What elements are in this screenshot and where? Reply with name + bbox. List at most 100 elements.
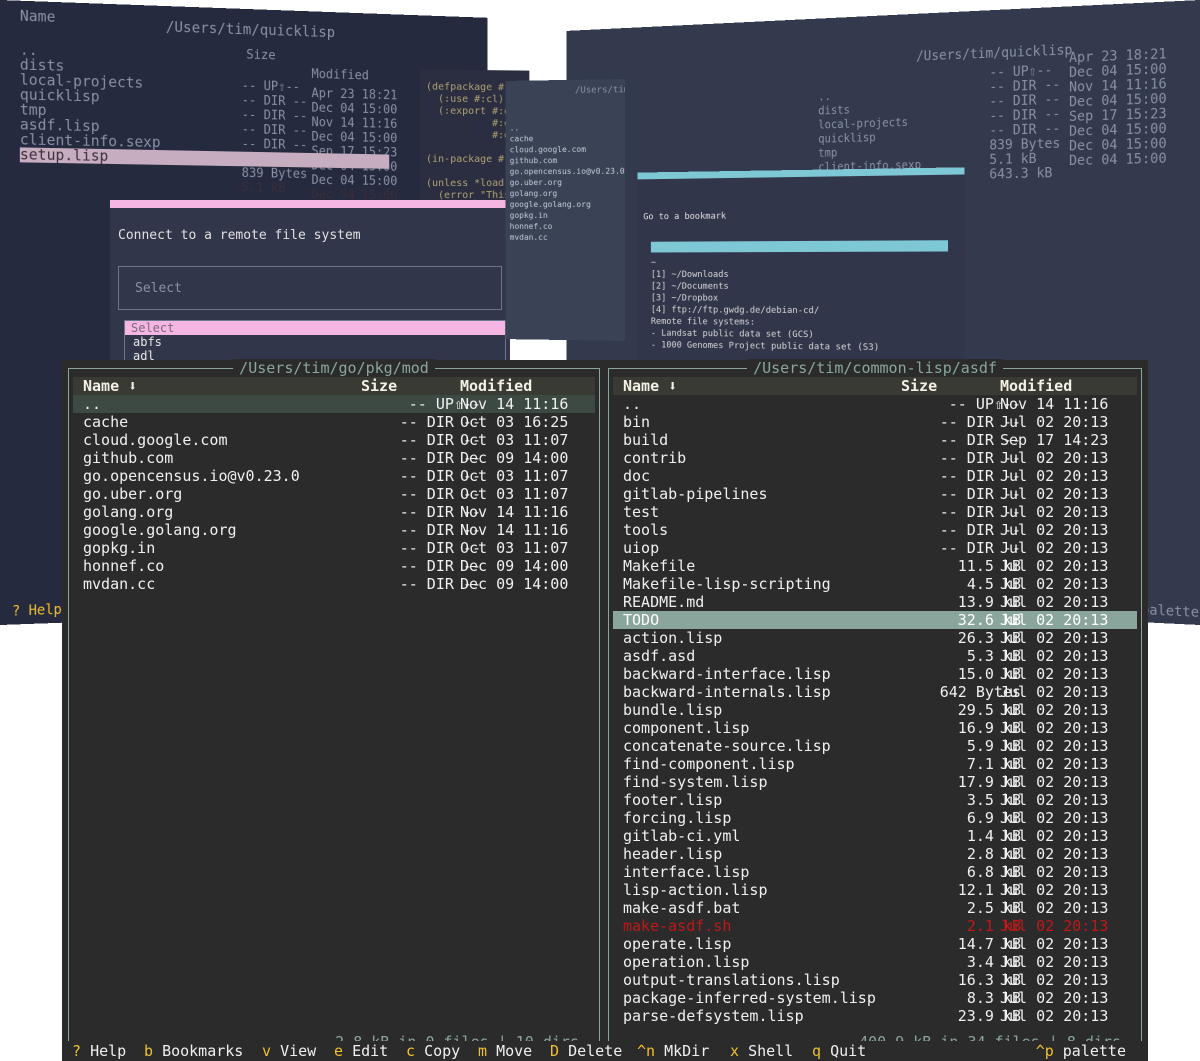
file-row[interactable]: component.lisp 16.9 kB Jul 02 20:13 — [613, 719, 1137, 737]
file-row[interactable]: find-component.lisp 7.1 kB Jul 02 20:13 — [613, 755, 1137, 773]
shortcut-delete[interactable]: D Delete — [550, 1041, 634, 1061]
file-modified: Jul 02 20:13 — [1000, 935, 1108, 953]
file-row[interactable]: interface.lisp 6.8 kB Jul 02 20:13 — [613, 863, 1137, 881]
shortcut-copy[interactable]: c Copy — [406, 1041, 472, 1061]
file-row[interactable]: make-asdf.bat 2.5 kB Jul 02 20:13 — [613, 899, 1137, 917]
file-row[interactable]: Makefile-lisp-scripting 4.5 kB Jul 02 20:1… — [613, 575, 1137, 593]
file-size: -- DIR -- — [73, 485, 481, 503]
file-row[interactable]: go.uber.org -- DIR -- Oct 03 11:07 — [73, 485, 595, 503]
file-row[interactable]: gitlab-pipelines -- DIR -- Jul 02 20:13 — [613, 485, 1137, 503]
right-panel[interactable]: /Users/tim/common-lisp/asdf Name ⬇ Size … — [608, 368, 1142, 1042]
file-row[interactable]: go.opencensus.io@v0.23.0 -- DIR -- Oct 03 … — [73, 467, 595, 485]
file-row[interactable]: mvdan.cc -- DIR -- Dec 09 14:00 — [73, 575, 595, 593]
shortcut-bookmarks[interactable]: b Bookmarks — [144, 1041, 255, 1061]
file-row[interactable]: honnef.co -- DIR -- Dec 09 14:00 — [73, 557, 595, 575]
file-row[interactable]: gopkg.in -- DIR -- Oct 03 11:07 — [73, 539, 595, 557]
file-row[interactable]: google.golang.org -- DIR -- Nov 14 11:16 — [73, 521, 595, 539]
bg-file-size: 5.1 kB — [242, 181, 286, 196]
file-row[interactable]: find-system.lisp 17.9 kB Jul 02 20:13 — [613, 773, 1137, 791]
file-size: 15.0 kB — [613, 665, 1021, 683]
file-row[interactable]: operate.lisp 14.7 kB Jul 02 20:13 — [613, 935, 1137, 953]
file-size: 7.1 kB — [613, 755, 1021, 773]
column-header-modified[interactable]: Modified — [460, 377, 532, 395]
file-row[interactable]: lisp-action.lisp 12.1 kB Jul 02 20:13 — [613, 881, 1137, 899]
file-row[interactable]: bin -- DIR -- Jul 02 20:13 — [613, 413, 1137, 431]
file-row[interactable]: doc -- DIR -- Jul 02 20:13 — [613, 467, 1137, 485]
file-row[interactable]: README.md 13.9 kB Jul 02 20:13 — [613, 593, 1137, 611]
file-size: -- DIR -- — [73, 557, 481, 575]
file-modified: Jul 02 20:13 — [1000, 1007, 1108, 1025]
left-panel[interactable]: /Users/tim/go/pkg/mod Name ⬇ Size Modifi… — [68, 368, 600, 1042]
shortcut-move[interactable]: m Move — [478, 1041, 544, 1061]
file-row[interactable]: backward-internals.lisp 642 Bytes Jul 02 2… — [613, 683, 1137, 701]
shortcut-label: Quit — [830, 1042, 866, 1060]
bg-right-path: /Users/tim/quicklisp — [916, 43, 1072, 64]
bookmark-item: ~ — [651, 257, 879, 269]
file-size: -- DIR -- — [73, 575, 481, 593]
shortcut-help[interactable]: ? Help — [72, 1041, 138, 1061]
shortcut-shell[interactable]: x Shell — [730, 1041, 805, 1061]
parent-dir-row[interactable]: .. -- UP⇧-- Nov 14 11:16 — [73, 395, 595, 413]
file-row[interactable]: github.com -- DIR -- Dec 09 14:00 — [73, 449, 595, 467]
file-row[interactable]: parse-defsystem.lisp 23.9 kB Jul 02 20:13 — [613, 1007, 1137, 1025]
column-header-name[interactable]: Name ⬇ — [83, 377, 137, 395]
shortcut-mkdir[interactable]: ^n MkDir — [637, 1041, 721, 1061]
background-window-middle: /Users/tim/go/pkg/mod .. cache cloud.googl… — [506, 79, 625, 341]
file-modified: Oct 03 11:07 — [460, 431, 568, 449]
file-row[interactable]: make-asdf.sh 2.1 kB Jul 02 20:13 — [613, 917, 1137, 935]
parent-dir-row[interactable]: .. -- UP⇧-- Nov 14 11:16 — [613, 395, 1137, 413]
file-modified: Jul 02 20:13 — [1000, 737, 1108, 755]
bookmark-item: [2] ~/Documents — [651, 281, 879, 293]
file-row[interactable]: golang.org -- DIR -- Nov 14 11:16 — [73, 503, 595, 521]
shortcut-label: Copy — [424, 1042, 460, 1060]
file-modified: Jul 02 20:13 — [1000, 881, 1108, 899]
column-header-name[interactable]: Name ⬇ — [623, 377, 677, 395]
file-row[interactable]: Makefile 11.5 kB Jul 02 20:13 — [613, 557, 1137, 575]
bg-left-path: /Users/tim/quicklisp — [166, 20, 335, 40]
shortcut-edit[interactable]: e Edit — [334, 1041, 400, 1061]
file-row[interactable]: uiop -- DIR -- Jul 02 20:13 — [613, 539, 1137, 557]
file-row[interactable]: cloud.google.com -- DIR -- Oct 03 11:07 — [73, 431, 595, 449]
file-size: 3.5 kB — [613, 791, 1021, 809]
file-modified: Jul 02 20:13 — [1000, 683, 1108, 701]
file-modified: Jul 02 20:13 — [1000, 863, 1108, 881]
column-header-modified[interactable]: Modified — [1000, 377, 1072, 395]
file-size: 3.4 kB — [613, 953, 1021, 971]
file-row[interactable]: cache -- DIR -- Oct 03 16:25 — [73, 413, 595, 431]
file-row[interactable]: gitlab-ci.yml 1.4 kB Jul 02 20:13 — [613, 827, 1137, 845]
bg-middle-row: mvdan.cc — [510, 230, 548, 245]
file-modified: Sep 17 14:23 — [1000, 431, 1108, 449]
file-row[interactable]: forcing.lisp 6.9 kB Jul 02 20:13 — [613, 809, 1137, 827]
file-size: 2.1 kB — [613, 917, 1021, 935]
bg-left-header-modified: Modified — [311, 67, 368, 83]
file-modified: Jul 02 20:13 — [1000, 755, 1108, 773]
shortcut-quit[interactable]: q Quit — [812, 1041, 878, 1061]
file-row[interactable]: output-translations.lisp 16.3 kB Jul 02 20… — [613, 971, 1137, 989]
file-size: -- DIR -- — [613, 503, 1021, 521]
file-row[interactable]: header.lisp 2.8 kB Jul 02 20:13 — [613, 845, 1137, 863]
file-row[interactable]: test -- DIR -- Jul 02 20:13 — [613, 503, 1137, 521]
file-row[interactable]: bundle.lisp 29.5 kB Jul 02 20:13 — [613, 701, 1137, 719]
file-row[interactable]: backward-interface.lisp 15.0 kB Jul 02 20:… — [613, 665, 1137, 683]
file-row[interactable]: build -- DIR -- Sep 17 14:23 — [613, 431, 1137, 449]
file-row[interactable]: tools -- DIR -- Jul 02 20:13 — [613, 521, 1137, 539]
shortcut-palette[interactable]: ^p palette — [1036, 1041, 1138, 1061]
file-size: -- DIR -- — [613, 431, 1021, 449]
file-row[interactable]: operation.lisp 3.4 kB Jul 02 20:13 — [613, 953, 1137, 971]
file-manager-window: /Users/tim/go/pkg/mod Name ⬇ Size Modifi… — [62, 360, 1148, 1061]
bg-file-name: .. — [818, 90, 831, 105]
file-size: -- DIR -- — [73, 521, 481, 539]
file-size: 1.4 kB — [613, 827, 1021, 845]
file-row[interactable]: package-inferred-system.lisp 8.3 kB Jul 02… — [613, 989, 1137, 1007]
file-modified: Jul 02 20:13 — [1000, 917, 1108, 935]
shortcut-view[interactable]: v View — [262, 1041, 328, 1061]
file-row[interactable]: TODO 32.6 kB Jul 02 20:13 — [613, 611, 1137, 629]
file-row[interactable]: action.lisp 26.3 kB Jul 02 20:13 — [613, 629, 1137, 647]
bg-file-size: -- DIR -- — [242, 123, 308, 139]
connect-dialog-title: Connect to a remote file system — [118, 228, 361, 243]
file-row[interactable]: concatenate-source.lisp 5.9 kB Jul 02 20:1… — [613, 737, 1137, 755]
bg-file-size: -- DIR -- — [242, 93, 308, 109]
file-row[interactable]: footer.lisp 3.5 kB Jul 02 20:13 — [613, 791, 1137, 809]
file-row[interactable]: contrib -- DIR -- Jul 02 20:13 — [613, 449, 1137, 467]
file-row[interactable]: asdf.asd 5.3 kB Jul 02 20:13 — [613, 647, 1137, 665]
